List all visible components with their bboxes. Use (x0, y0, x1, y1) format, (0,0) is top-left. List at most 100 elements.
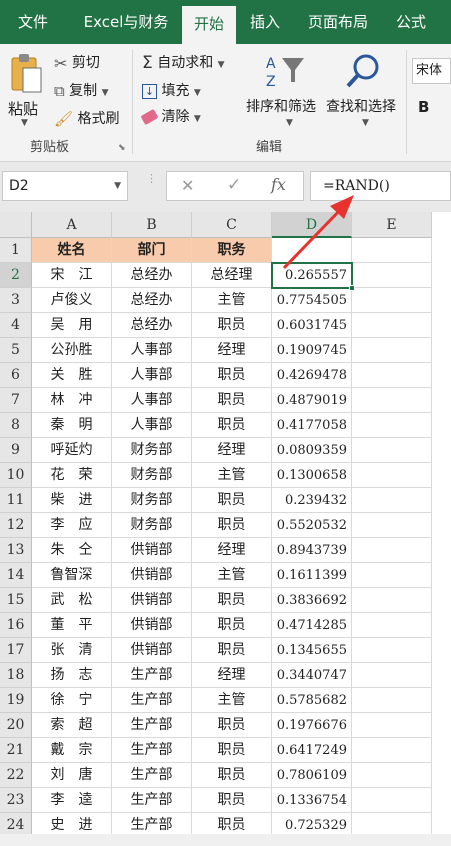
empty-cell[interactable] (352, 463, 432, 488)
dept-cell[interactable]: 供销部 (112, 613, 192, 638)
row-header-7[interactable]: 7 (0, 388, 32, 413)
title-cell[interactable]: 职员 (192, 638, 272, 663)
row-header-20[interactable]: 20 (0, 713, 32, 738)
rand-value-cell[interactable]: 0.4879019 (272, 388, 352, 413)
title-cell[interactable]: 经理 (192, 438, 272, 463)
title-cell[interactable]: 职员 (192, 813, 272, 834)
title-cell[interactable]: 职员 (192, 388, 272, 413)
empty-cell[interactable] (352, 638, 432, 663)
rand-value-cell[interactable]: 0.6417249 (272, 738, 352, 763)
dept-cell[interactable]: 生产部 (112, 713, 192, 738)
dept-cell[interactable]: 生产部 (112, 663, 192, 688)
name-cell[interactable]: 鲁智深 (32, 563, 112, 588)
name-cell[interactable]: 柴 进 (32, 488, 112, 513)
formula-input[interactable]: =RAND() (310, 171, 451, 201)
rand-value-cell[interactable]: 0.1909745 (272, 338, 352, 363)
dept-cell[interactable]: 总经办 (112, 313, 192, 338)
title-cell[interactable]: 职员 (192, 513, 272, 538)
tab-excel-finance[interactable]: Excel与财务 (74, 0, 178, 44)
empty-cell[interactable] (352, 513, 432, 538)
row-header-6[interactable]: 6 (0, 363, 32, 388)
name-cell[interactable]: 武 松 (32, 588, 112, 613)
rand-value-cell[interactable]: 0.7754505 (272, 288, 352, 313)
name-cell[interactable]: 戴 宗 (32, 738, 112, 763)
tab-file[interactable]: 文件 (0, 0, 66, 44)
empty-cell[interactable] (352, 663, 432, 688)
row-header-22[interactable]: 22 (0, 763, 32, 788)
header-cell-dept[interactable]: 部门 (112, 238, 192, 263)
copy-button[interactable]: ⧉ 复制 ▼ (54, 80, 109, 100)
empty-cell[interactable] (352, 413, 432, 438)
title-cell[interactable]: 职员 (192, 413, 272, 438)
rand-value-cell[interactable]: 0.4269478 (272, 363, 352, 388)
dept-cell[interactable]: 生产部 (112, 763, 192, 788)
name-cell[interactable]: 卢俊义 (32, 288, 112, 313)
row-header-11[interactable]: 11 (0, 488, 32, 513)
empty-cell[interactable] (352, 763, 432, 788)
insert-function-icon[interactable]: fx (271, 175, 286, 194)
column-header-a[interactable]: A (32, 212, 112, 238)
title-cell[interactable]: 职员 (192, 488, 272, 513)
empty-cell[interactable] (352, 563, 432, 588)
name-box[interactable]: D2 ▼ (2, 171, 128, 201)
cell-e1[interactable] (352, 238, 432, 263)
row-header-10[interactable]: 10 (0, 463, 32, 488)
name-cell[interactable]: 关 胜 (32, 363, 112, 388)
row-header-9[interactable]: 9 (0, 438, 32, 463)
empty-cell[interactable] (352, 313, 432, 338)
title-cell[interactable]: 主管 (192, 288, 272, 313)
dept-cell[interactable]: 总经办 (112, 263, 192, 288)
dept-cell[interactable]: 财务部 (112, 513, 192, 538)
enter-icon[interactable]: ✓ (227, 175, 241, 195)
rand-value-cell[interactable]: 0.5785682 (272, 688, 352, 713)
title-cell[interactable]: 职员 (192, 763, 272, 788)
rand-value-cell[interactable]: 0.239432 (272, 488, 352, 513)
empty-cell[interactable] (352, 713, 432, 738)
autosum-button[interactable]: Σ 自动求和 ▼ (142, 52, 225, 73)
row-header-21[interactable]: 21 (0, 738, 32, 763)
dept-cell[interactable]: 财务部 (112, 438, 192, 463)
tab-insert[interactable]: 插入 (240, 0, 290, 44)
empty-cell[interactable] (352, 288, 432, 313)
dept-cell[interactable]: 供销部 (112, 588, 192, 613)
column-header-e[interactable]: E (352, 212, 432, 238)
dept-cell[interactable]: 供销部 (112, 538, 192, 563)
row-header-17[interactable]: 17 (0, 638, 32, 663)
rand-value-cell[interactable]: 0.0809359 (272, 438, 352, 463)
column-header-c[interactable]: C (192, 212, 272, 238)
tab-formulas[interactable]: 公式 (386, 0, 436, 44)
clear-button[interactable]: 清除 ▼ (140, 106, 201, 126)
row-header-1[interactable]: 1 (0, 238, 32, 263)
font-name-dropdown[interactable]: 宋体 (412, 58, 451, 84)
dept-cell[interactable]: 供销部 (112, 638, 192, 663)
select-all-corner[interactable] (0, 212, 32, 238)
title-cell[interactable]: 职员 (192, 713, 272, 738)
header-cell-title[interactable]: 职务 (192, 238, 272, 263)
rand-value-cell[interactable]: 0.4714285 (272, 613, 352, 638)
row-header-15[interactable]: 15 (0, 588, 32, 613)
cell-d1[interactable] (272, 238, 352, 263)
title-cell[interactable]: 主管 (192, 688, 272, 713)
name-cell[interactable]: 扬 志 (32, 663, 112, 688)
empty-cell[interactable] (352, 363, 432, 388)
empty-cell[interactable] (352, 488, 432, 513)
name-cell[interactable]: 朱 仝 (32, 538, 112, 563)
empty-cell[interactable] (352, 813, 432, 834)
empty-cell[interactable] (352, 538, 432, 563)
rand-value-cell[interactable]: 0.3836692 (272, 588, 352, 613)
empty-cell[interactable] (352, 338, 432, 363)
fill-button[interactable]: ↓ 填充 ▼ (142, 80, 201, 100)
name-cell[interactable]: 宋 江 (32, 263, 112, 288)
name-cell[interactable]: 史 进 (32, 813, 112, 834)
dept-cell[interactable]: 财务部 (112, 463, 192, 488)
rand-value-cell[interactable]: 0.8943739 (272, 538, 352, 563)
dept-cell[interactable]: 人事部 (112, 338, 192, 363)
dept-cell[interactable]: 供销部 (112, 563, 192, 588)
name-cell[interactable]: 索 超 (32, 713, 112, 738)
name-cell[interactable]: 公孙胜 (32, 338, 112, 363)
title-cell[interactable]: 职员 (192, 588, 272, 613)
rand-value-cell[interactable]: 0.1611399 (272, 563, 352, 588)
format-painter-button[interactable]: 🖌 格式刷 (54, 108, 120, 128)
row-header-13[interactable]: 13 (0, 538, 32, 563)
dept-cell[interactable]: 生产部 (112, 738, 192, 763)
